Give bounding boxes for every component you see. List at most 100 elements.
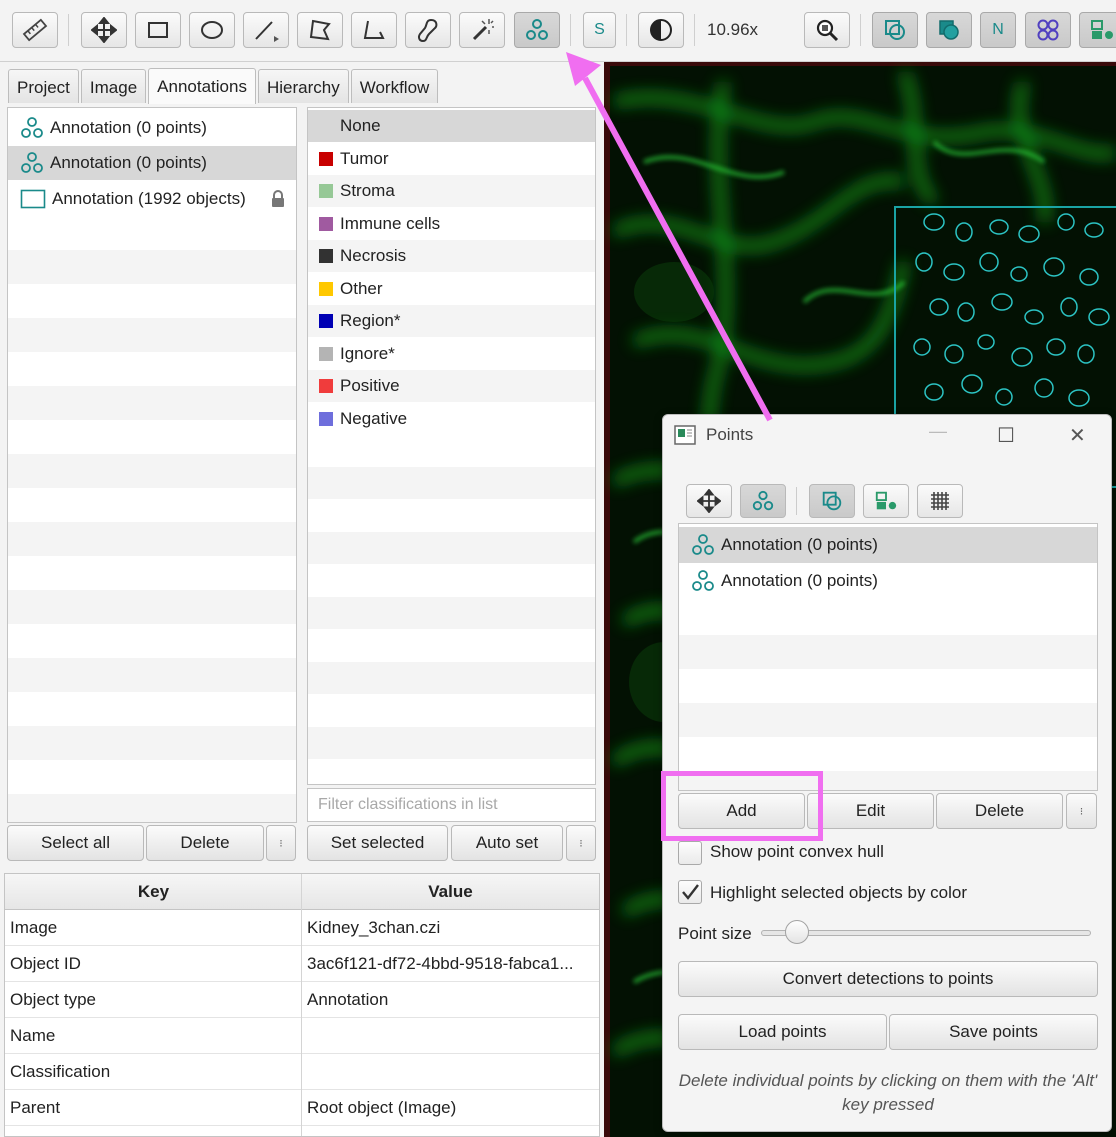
wand-icon (472, 19, 494, 41)
pixel-classification-button[interactable] (863, 484, 909, 518)
zoom-to-fit-button[interactable] (804, 12, 850, 48)
fill-annotations-button[interactable] (926, 12, 972, 48)
pixel-classification-button[interactable] (1079, 12, 1116, 48)
delete-annotation-button[interactable]: Delete (146, 825, 264, 861)
classification-item[interactable]: Tumor (308, 143, 595, 175)
table-row[interactable]: Object ID 3ac6f121-df72-4bbd-9518-fabca1… (5, 946, 599, 982)
move-tool-button[interactable] (81, 12, 127, 48)
annotation-list[interactable]: Annotation (0 points) Annotation (0 poin… (7, 107, 297, 823)
table-row[interactable]: Parent Root object (Image) (5, 1090, 599, 1126)
close-button[interactable]: ✕ (1069, 423, 1086, 448)
tab-project[interactable]: Project (8, 69, 79, 103)
maximize-button[interactable]: ☐ (997, 423, 1015, 448)
point-size-slider-thumb[interactable] (785, 920, 810, 944)
points-icon (21, 152, 43, 173)
ellipse-tool-button[interactable] (189, 12, 235, 48)
classification-item[interactable]: Region* (308, 305, 595, 338)
auto-set-button[interactable]: Auto set (451, 825, 563, 861)
polygon-tool-button[interactable] (297, 12, 343, 48)
line-tool-button[interactable] (243, 12, 289, 48)
annotation-list-item[interactable]: Annotation (0 points) (679, 527, 1097, 563)
wand-tool-button[interactable] (459, 12, 505, 48)
rectangle-icon (148, 22, 168, 38)
save-points-button[interactable]: Save points (889, 1014, 1098, 1050)
grid-icon (931, 492, 949, 510)
tab-workflow[interactable]: Workflow (350, 69, 439, 103)
ellipse-icon (201, 21, 223, 39)
move-icon (697, 489, 721, 513)
show-annotations-button[interactable] (809, 484, 855, 518)
highlight-label: Highlight selected objects by color (710, 883, 968, 902)
classification-list[interactable]: None Tumor Stroma Immune cells Necrosis … (307, 107, 596, 785)
property-value: Kidney_3chan.czi (307, 918, 441, 937)
key-column-header[interactable]: Key (5, 874, 302, 910)
show-names-button[interactable]: N (980, 12, 1016, 48)
points-annotation-list[interactable]: Annotation (0 points) Annotation (0 poin… (678, 523, 1098, 791)
annotation-list-item[interactable]: Annotation (0 points) (8, 111, 296, 145)
rectangle-tool-button[interactable] (135, 12, 181, 48)
annotation-more-button[interactable]: ⁝ (266, 825, 296, 861)
property-key: Object ID (10, 954, 81, 973)
tab-image[interactable]: Image (80, 69, 147, 103)
points-tool-button[interactable] (740, 484, 786, 518)
classification-item[interactable]: Immune cells (308, 208, 595, 240)
show-annotations-button[interactable] (872, 12, 918, 48)
brush-tool-button[interactable] (405, 12, 451, 48)
points-icon (752, 490, 774, 511)
classification-item[interactable]: Other (308, 273, 595, 305)
convert-detections-button[interactable]: Convert detections to points (678, 961, 1098, 997)
show-detections-button[interactable] (1025, 12, 1071, 48)
show-hull-checkbox[interactable] (678, 841, 702, 865)
edit-button[interactable]: Edit (807, 793, 934, 829)
polygon-icon (309, 19, 331, 41)
points-tool-button[interactable] (514, 12, 560, 48)
table-row[interactable]: Classification (5, 1054, 599, 1090)
property-key: Parent (10, 1098, 61, 1117)
line-icon (255, 21, 279, 42)
grid-button[interactable] (917, 484, 963, 518)
brightness-contrast-button[interactable] (638, 12, 684, 48)
annotation-list-item[interactable]: Annotation (0 points) (8, 146, 296, 180)
table-row[interactable]: Object type Annotation (5, 982, 599, 1018)
tab-annotations[interactable]: Annotations (148, 68, 256, 104)
classification-item[interactable]: Negative (308, 403, 595, 435)
point-size-slider-track[interactable] (761, 930, 1091, 936)
classification-label: Stroma (340, 181, 395, 201)
classification-more-button[interactable]: ⁝ (566, 825, 596, 861)
classification-item[interactable]: Necrosis (308, 240, 595, 273)
load-points-button[interactable]: Load points (678, 1014, 887, 1050)
table-row[interactable]: Image Kidney_3chan.czi (5, 910, 599, 946)
classification-item[interactable]: Ignore* (308, 338, 595, 370)
show-detections-icon (1037, 19, 1059, 41)
selection-mode-button[interactable]: S (583, 12, 616, 48)
measure-tool-button[interactable] (12, 12, 58, 48)
select-all-button[interactable]: Select all (7, 825, 144, 861)
property-key: Object type (10, 990, 96, 1009)
value-column-header[interactable]: Value (302, 874, 599, 910)
dialog-help-text: Delete individual points by clicking on … (678, 1071, 1098, 1114)
polyline-tool-button[interactable] (351, 12, 397, 48)
property-value: 3ac6f121-df72-4bbd-9518-fabca1... (307, 954, 574, 973)
classification-filter-input[interactable] (307, 788, 596, 822)
minimize-button[interactable]: — (929, 421, 947, 442)
delete-button[interactable]: Delete (936, 793, 1063, 829)
tab-hierarchy[interactable]: Hierarchy (257, 69, 349, 103)
annotation-list-item[interactable]: Annotation (1992 objects) (8, 182, 296, 216)
classification-color-swatch (319, 249, 333, 264)
points-icon (21, 117, 43, 138)
left-panel-tabs: Project Image Annotations Hierarchy Work… (8, 68, 440, 104)
classification-item[interactable]: None (308, 110, 595, 143)
set-selected-button[interactable]: Set selected (307, 825, 448, 861)
more-options-button[interactable]: ⁝ (1066, 793, 1097, 829)
move-tool-button[interactable] (686, 484, 732, 518)
classification-color-swatch (319, 282, 333, 297)
move-icon (91, 17, 117, 43)
annotation-list-item[interactable]: Annotation (0 points) (679, 563, 1097, 599)
property-key: Classification (10, 1062, 111, 1081)
fill-annotations-icon (939, 20, 959, 40)
classification-label: None (340, 116, 381, 136)
classification-item[interactable]: Positive (308, 370, 595, 403)
table-row[interactable]: Name (5, 1018, 599, 1054)
highlight-checkbox[interactable] (678, 880, 702, 904)
classification-item[interactable]: Stroma (308, 175, 595, 208)
